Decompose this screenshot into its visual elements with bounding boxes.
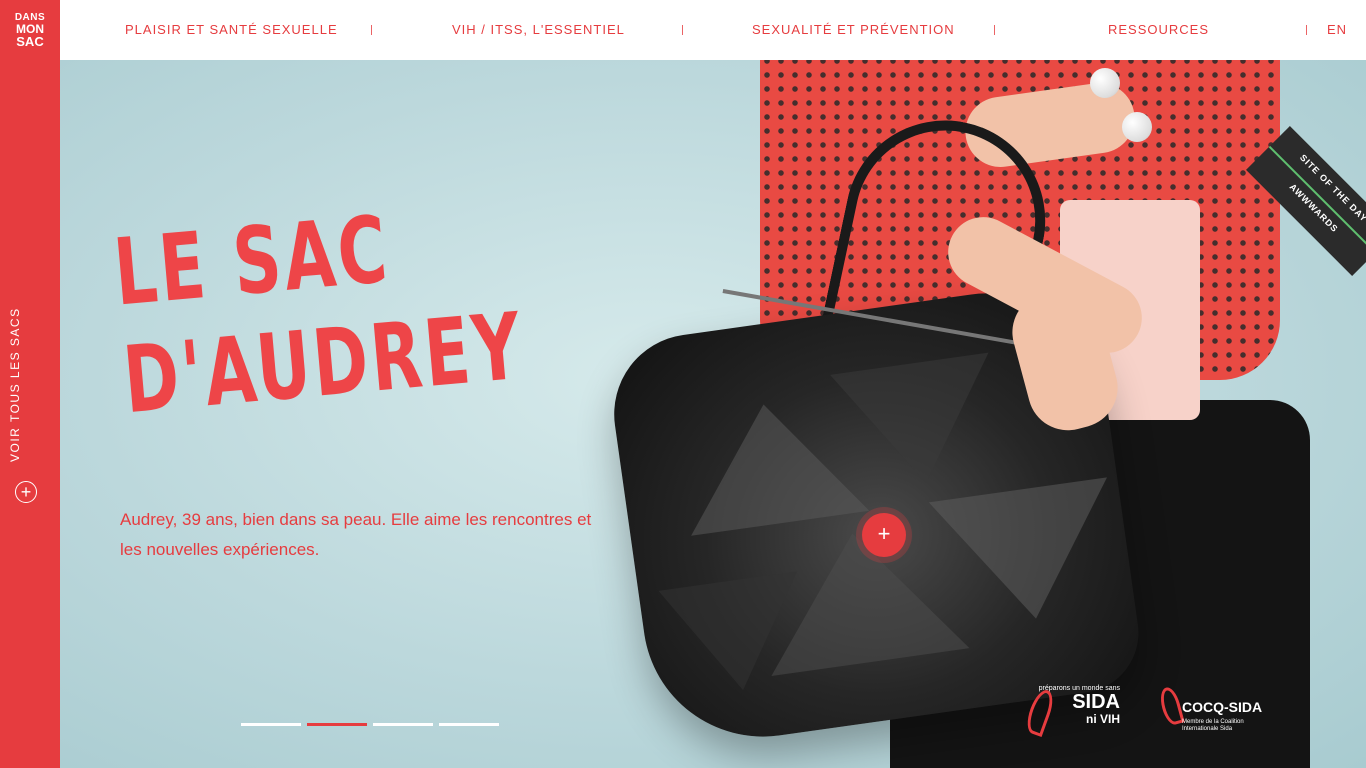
hero-section: + LE SAC D'AUDREY Audrey, 39 ans, bien d… [60, 60, 1366, 768]
top-navigation: PLAISIR ET SANTÉ SEXUELLE VIH / ITSS, L'… [60, 0, 1366, 60]
language-switch[interactable]: EN [1327, 22, 1347, 37]
pearl-bracelet [1090, 68, 1120, 98]
side-rail: DANS MON SAC VOIR TOUS LES SACS + [0, 0, 60, 768]
site-logo[interactable]: DANS MON SAC [0, 0, 60, 60]
nav-separator [371, 25, 372, 35]
logo-line-1: DANS [14, 11, 46, 23]
nav-separator [682, 25, 683, 35]
partner-logo-sida[interactable]: préparons un monde sans SIDA ni VIH [1022, 685, 1120, 738]
page-title: LE SAC D'AUDREY [110, 185, 528, 435]
nav-item-sexualite[interactable]: SEXUALITÉ ET PRÉVENTION [752, 22, 955, 37]
nav-separator [994, 25, 995, 35]
ribbon-icon [1157, 685, 1185, 727]
logo-line-2: MON [16, 21, 44, 36]
plus-icon: + [877, 521, 891, 546]
see-all-bags-link[interactable]: VOIR TOUS LES SACS [8, 307, 22, 462]
nav-separator [1306, 25, 1307, 35]
logo-line-3: SAC [16, 33, 44, 49]
plus-circle-icon[interactable]: + [15, 481, 37, 503]
slide-dot-active[interactable] [307, 723, 367, 726]
bag-details-button[interactable]: + [862, 513, 906, 557]
hero-description: Audrey, 39 ans, bien dans sa peau. Elle … [120, 510, 592, 559]
partner-name: COCQ-SIDA [1182, 699, 1263, 715]
slide-dot[interactable] [241, 723, 301, 726]
slide-dot[interactable] [373, 723, 433, 726]
nav-item-plaisir[interactable]: PLAISIR ET SANTÉ SEXUELLE [125, 22, 338, 37]
partner-logo-cocq-sida[interactable]: COCQ-SIDA Membre de la Coalition Interna… [1157, 685, 1280, 735]
nav-item-ressources[interactable]: RESSOURCES [1108, 22, 1209, 37]
nav-item-vih-itss[interactable]: VIH / ITSS, L'ESSENTIEL [452, 22, 625, 37]
pearl-bracelet [1122, 112, 1152, 142]
slide-pagination [241, 723, 499, 726]
slide-dot[interactable] [439, 723, 499, 726]
partner-tagline: Membre de la Coalition Internationale Si… [1182, 719, 1244, 732]
